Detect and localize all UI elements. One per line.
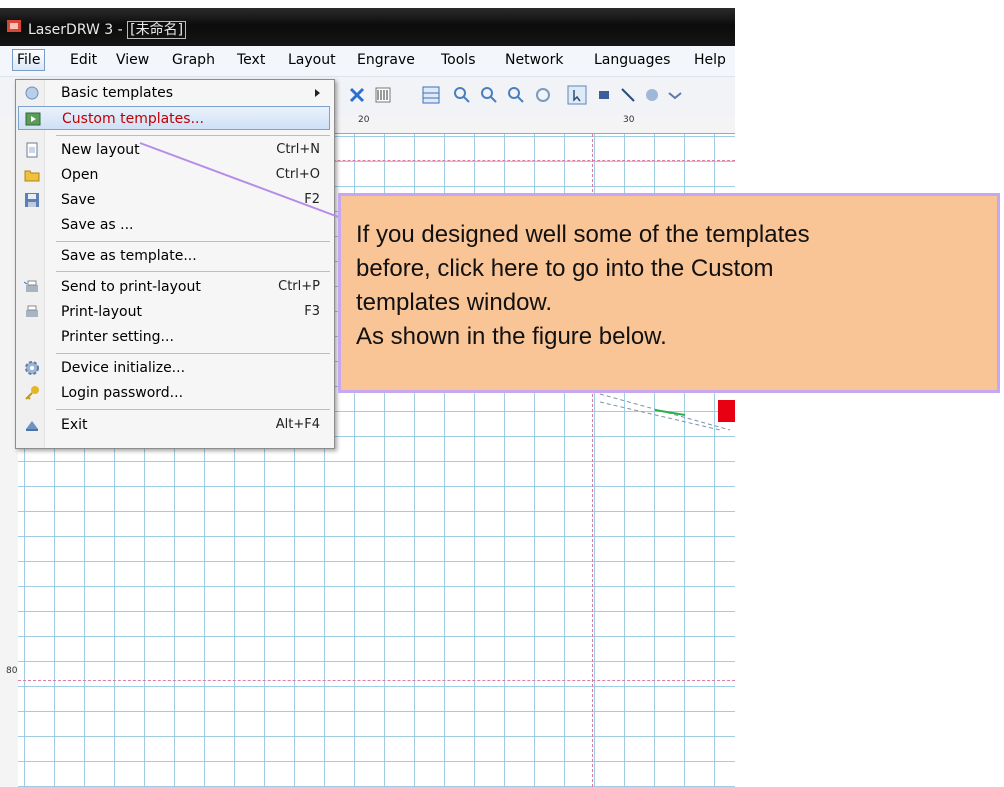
menu-item-login-password[interactable]: Login password...: [18, 381, 330, 405]
menu-text[interactable]: Text: [237, 52, 265, 68]
menu-item-save-as-template[interactable]: Save as template...: [18, 244, 330, 268]
grid-icon[interactable]: [421, 85, 441, 105]
file-menu-dropdown: Basic templates Custom templates... New …: [15, 79, 335, 449]
menu-network[interactable]: Network: [505, 52, 563, 68]
menu-bar: File Edit View Graph Text Layout Engrave…: [0, 46, 735, 77]
menu-separator: [56, 271, 330, 272]
menu-item-custom-templates[interactable]: Custom templates...: [18, 106, 330, 130]
menu-separator: [56, 409, 330, 410]
zoom-page-icon[interactable]: [506, 85, 526, 105]
menu-item-label: Basic templates: [61, 85, 174, 101]
menu-item-label: Save: [61, 192, 96, 208]
document-name: [未命名]: [127, 21, 187, 39]
menu-item-save-as[interactable]: Save as ...: [18, 213, 330, 237]
menu-item-label: Printer setting...: [61, 329, 174, 345]
save-disk-icon: [25, 193, 39, 207]
menu-view[interactable]: View: [116, 52, 149, 68]
menu-separator: [56, 241, 330, 242]
callout-line: If you designed well some of the templat…: [356, 221, 810, 248]
menu-item-label: Save as ...: [61, 217, 134, 233]
menu-help[interactable]: Help: [694, 52, 726, 68]
menu-shortcut: Ctrl+O: [275, 167, 320, 182]
menu-item-send-to-print-layout[interactable]: Send to print-layout Ctrl+P: [18, 275, 330, 299]
templates-icon: [25, 86, 39, 100]
menu-item-device-initialize[interactable]: Device initialize...: [18, 356, 330, 380]
callout-text: If you designed well some of the templat…: [356, 218, 810, 354]
barcode-icon[interactable]: [373, 85, 393, 105]
callout-line: As shown in the figure below.: [356, 323, 667, 350]
delete-icon[interactable]: [347, 85, 367, 105]
design-shape: [599, 393, 731, 431]
ruler-mark: 20: [358, 115, 370, 125]
ruler-mark: 30: [623, 115, 635, 125]
menu-layout[interactable]: Layout: [288, 52, 336, 68]
printer-icon: [26, 305, 38, 317]
menu-item-label: Print-layout: [61, 304, 142, 320]
menu-shortcut: Alt+F4: [275, 417, 320, 432]
rectangle-tool-icon[interactable]: [594, 85, 614, 105]
menu-shortcut: F2: [304, 192, 320, 207]
custom-templates-icon: [25, 112, 41, 126]
annotation-callout: If you designed well some of the templat…: [338, 193, 1000, 393]
menu-shortcut: Ctrl+N: [276, 142, 320, 157]
menu-engrave[interactable]: Engrave: [357, 52, 415, 68]
line-tool-icon[interactable]: [618, 85, 638, 105]
menu-graph[interactable]: Graph: [172, 52, 215, 68]
menu-item-print-layout[interactable]: Print-layout F3: [18, 300, 330, 324]
app-title-text: LaserDRW 3 -: [28, 22, 128, 38]
menu-item-exit[interactable]: Exit Alt+F4: [18, 413, 330, 437]
menu-item-basic-templates[interactable]: Basic templates: [18, 81, 330, 105]
menu-item-label: Send to print-layout: [61, 279, 201, 295]
zoom-in-icon[interactable]: [452, 85, 472, 105]
zoom-out-icon[interactable]: [479, 85, 499, 105]
pointer-select-icon[interactable]: [567, 85, 587, 105]
menu-shortcut: F3: [304, 304, 320, 319]
menu-item-label: New layout: [61, 142, 140, 158]
menu-separator: [56, 353, 330, 354]
submenu-arrow-icon: [315, 89, 320, 97]
ellipse-tool-icon[interactable]: [642, 85, 662, 105]
menu-item-printer-setting[interactable]: Printer setting...: [18, 325, 330, 349]
title-bar: LaserDRW 3 - [未命名]: [0, 8, 735, 46]
menu-languages[interactable]: Languages: [594, 52, 670, 68]
zoom-fit-icon[interactable]: [533, 85, 553, 105]
menu-item-save[interactable]: Save F2: [18, 188, 330, 212]
send-print-icon: [24, 280, 38, 292]
new-layout-icon: [26, 142, 38, 158]
guide-line: [18, 680, 735, 681]
menu-item-label: Login password...: [61, 385, 184, 401]
open-folder-icon: [24, 170, 40, 182]
menu-separator: [56, 135, 330, 136]
menu-tools[interactable]: Tools: [441, 52, 476, 68]
exit-icon: [26, 421, 38, 431]
menu-item-open[interactable]: Open Ctrl+O: [18, 163, 330, 187]
menu-item-label: Custom templates...: [62, 111, 204, 127]
callout-line: before, click here to go into the Custom: [356, 255, 774, 282]
menu-edit[interactable]: Edit: [70, 52, 97, 68]
menu-item-new-layout[interactable]: New layout Ctrl+N: [18, 138, 330, 162]
ruler-mark: 80: [6, 666, 18, 676]
menu-shortcut: Ctrl+P: [278, 279, 320, 294]
menu-item-label: Save as template...: [61, 248, 197, 264]
menu-item-label: Exit: [61, 417, 88, 433]
window-title: LaserDRW 3 - [未命名]: [28, 19, 187, 39]
gear-icon: [25, 361, 39, 375]
app-icon: [7, 20, 21, 32]
menu-item-label: Device initialize...: [61, 360, 186, 376]
chevron-down-icon[interactable]: [665, 85, 685, 105]
menu-item-label: Open: [61, 167, 99, 183]
menu-file[interactable]: File: [12, 49, 46, 71]
callout-line: templates window.: [356, 289, 553, 316]
key-icon: [25, 386, 39, 400]
